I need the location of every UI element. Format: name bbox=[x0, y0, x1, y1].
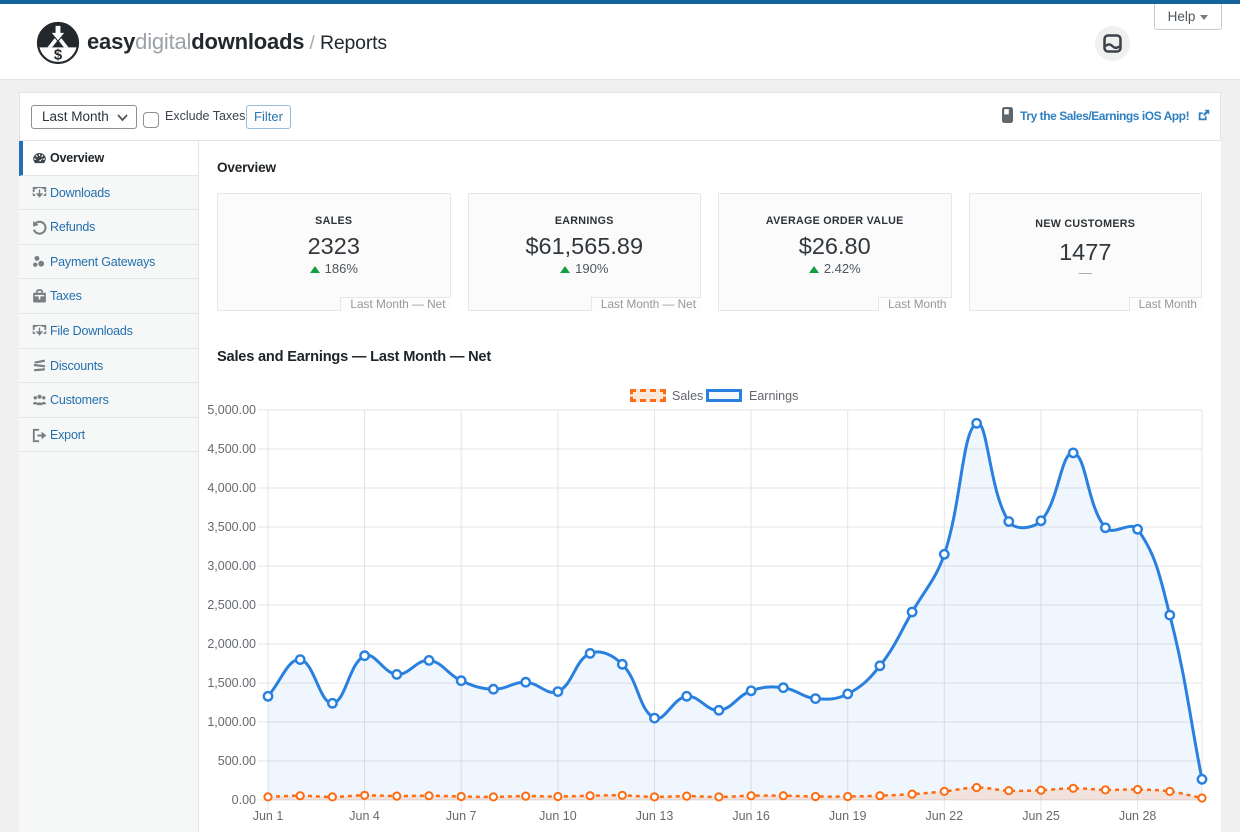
svg-text:$: $ bbox=[54, 47, 63, 64]
